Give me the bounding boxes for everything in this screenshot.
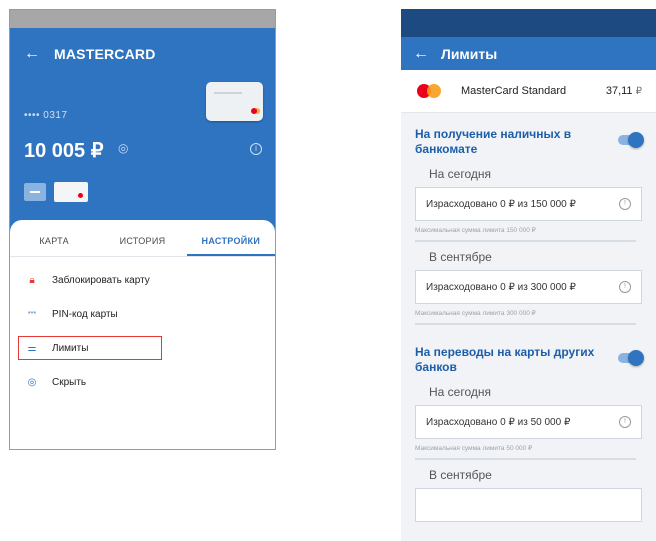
limit-value: Израсходовано 0 ₽ из 50 000 ₽ <box>426 416 571 428</box>
settings-sheet: КАРТА ИСТОРИЯ НАСТРОЙКИ 🔒︎ Заблокировать… <box>10 220 275 449</box>
card-row[interactable]: MasterCard Standard 37,11 ₽ <box>401 70 656 113</box>
eye-icon[interactable]: ◎ <box>118 141 128 155</box>
section-title: На переводы на карты других банков <box>415 345 595 374</box>
info-icon[interactable]: ! <box>619 198 631 210</box>
limit-hint: Максимальная сумма лимита 150 000 ₽ <box>415 227 536 234</box>
period-month: В сентябре <box>401 468 656 522</box>
limit-hint: Максимальная сумма лимита 50 000 ₽ <box>415 445 533 452</box>
tab-card[interactable]: КАРТА <box>10 226 98 256</box>
limit-value: Израсходовано 0 ₽ из 300 000 ₽ <box>426 281 576 293</box>
section-title: На получение наличных в банкомате <box>415 127 572 156</box>
card-screen: ← MASTERCARD •••• 0317 10 005 ₽ ◎ i КАРТ… <box>9 9 276 450</box>
app-bar: ← Лимиты <box>401 37 656 70</box>
card-balance: 10 005 ₽ <box>24 140 104 162</box>
card-name: MasterCard Standard <box>461 85 567 97</box>
limit-field[interactable]: Израсходовано 0 ₽ из 50 000 ₽ ! <box>415 405 642 439</box>
page-title: Лимиты <box>441 45 498 62</box>
back-arrow-icon[interactable]: ← <box>401 45 441 63</box>
eye-icon: ◎ <box>27 376 37 388</box>
menu-item-label: Лимиты <box>52 342 89 354</box>
menu-item-pin[interactable]: *** PIN-код карты <box>10 297 275 331</box>
limit-value: Израсходовано 0 ₽ из 150 000 ₽ <box>426 198 576 210</box>
tab-settings[interactable]: НАСТРОЙКИ <box>186 226 275 256</box>
progress-bar <box>415 458 636 460</box>
card-mini[interactable] <box>54 182 88 202</box>
transfer-limit-toggle[interactable] <box>618 350 644 366</box>
limits-screen: ← Лимиты MasterCard Standard 37,11 ₽ На … <box>401 9 656 541</box>
cash-limit-toggle[interactable] <box>618 132 644 148</box>
menu-item-label: Заблокировать карту <box>52 274 150 286</box>
limit-field[interactable] <box>415 488 642 522</box>
menu-item-hide[interactable]: ◎ Скрыть <box>10 365 275 399</box>
period-today: На сегодня Израсходовано 0 ₽ из 150 000 … <box>401 167 656 234</box>
limit-field[interactable]: Израсходовано 0 ₽ из 150 000 ₽ ! <box>415 187 642 221</box>
status-bar <box>10 10 275 28</box>
period-month: В сентябре Израсходовано 0 ₽ из 300 000 … <box>401 250 656 317</box>
info-icon[interactable]: ! <box>619 281 631 293</box>
limit-section-transfers: На переводы на карты других банков На се… <box>401 325 656 522</box>
limit-hint: Максимальная сумма лимита 300 000 ₽ <box>415 310 536 317</box>
progress-bar <box>415 240 636 242</box>
card-amount: 37,11 ₽ <box>605 85 642 97</box>
period-label: На сегодня <box>429 385 491 399</box>
app-bar: ← MASTERCARD <box>10 40 275 68</box>
tab-bar: КАРТА ИСТОРИЯ НАСТРОЙКИ <box>10 226 275 257</box>
menu-item-label: Скрыть <box>52 376 87 388</box>
settings-menu: 🔒︎ Заблокировать карту *** PIN-код карты… <box>10 263 275 399</box>
pin-icon: *** <box>27 310 37 318</box>
card-number: •••• 0317 <box>24 110 68 121</box>
menu-item-label: PIN-код карты <box>52 308 118 320</box>
info-icon[interactable]: i <box>250 143 262 155</box>
card-mini-selected[interactable] <box>24 183 46 201</box>
page-title: MASTERCARD <box>54 46 156 62</box>
period-label: На сегодня <box>429 167 491 181</box>
period-label: В сентябре <box>429 468 492 482</box>
limit-field[interactable]: Израсходовано 0 ₽ из 300 000 ₽ ! <box>415 270 642 304</box>
info-icon[interactable]: ! <box>619 416 631 428</box>
lock-icon: 🔒︎ <box>29 274 35 286</box>
period-label: В сентябре <box>429 250 492 264</box>
tab-history[interactable]: ИСТОРИЯ <box>98 226 186 256</box>
status-bar <box>401 9 656 37</box>
menu-item-limits[interactable]: ⚌ Лимиты <box>10 331 275 365</box>
mastercard-logo-icon <box>417 84 443 98</box>
limit-section-cash: На получение наличных в банкомате На сег… <box>401 113 656 325</box>
menu-item-block-card[interactable]: 🔒︎ Заблокировать карту <box>10 263 275 297</box>
back-arrow-icon[interactable]: ← <box>10 45 54 63</box>
period-today: На сегодня Израсходовано 0 ₽ из 50 000 ₽… <box>401 385 656 452</box>
card-image[interactable] <box>206 82 263 121</box>
sliders-icon: ⚌ <box>27 342 37 354</box>
